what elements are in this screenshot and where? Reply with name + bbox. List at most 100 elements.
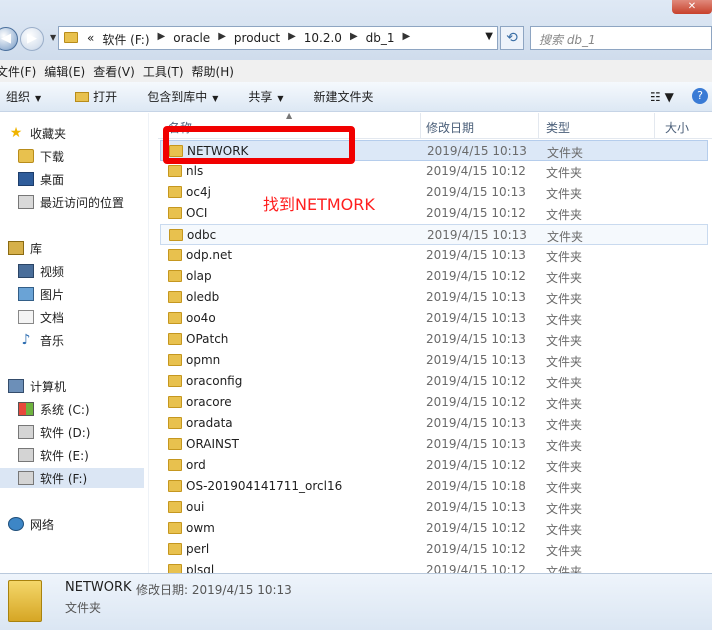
nav-downloads[interactable]: 下载	[18, 146, 64, 166]
folder-icon	[169, 229, 183, 241]
nav-favorites[interactable]: ★ 收藏夹	[8, 123, 66, 143]
search-input[interactable]: 搜索 db_1	[530, 26, 712, 50]
file-row[interactable]: ORAINST 2019/4/15 10:13 文件夹	[160, 434, 708, 455]
nav-drive-e[interactable]: 软件 (E:)	[18, 445, 89, 465]
file-row[interactable]: owm 2019/4/15 10:12 文件夹	[160, 518, 708, 539]
computer-icon	[8, 379, 24, 393]
breadcrumb-separator-icon[interactable]: ▶	[154, 31, 170, 48]
nav-label: 库	[30, 241, 43, 256]
file-row[interactable]: odbc 2019/4/15 10:13 文件夹	[160, 224, 708, 245]
file-row[interactable]: oledb 2019/4/15 10:13 文件夹	[160, 287, 708, 308]
nav-libraries[interactable]: 库	[8, 238, 42, 258]
file-row[interactable]: opmn 2019/4/15 10:13 文件夹	[160, 350, 708, 371]
breadcrumb-db1[interactable]: db_1	[362, 31, 399, 48]
nav-recent[interactable]: 最近访问的位置	[18, 192, 124, 212]
file-type: 文件夹	[546, 208, 583, 222]
breadcrumb-separator-icon[interactable]: ▶	[214, 31, 230, 48]
nav-drive-f[interactable]: 软件 (F:)	[0, 468, 144, 488]
nav-drive-d[interactable]: 软件 (D:)	[18, 422, 90, 442]
file-row[interactable]: OPatch 2019/4/15 10:13 文件夹	[160, 329, 708, 350]
file-row[interactable]: odp.net 2019/4/15 10:13 文件夹	[160, 245, 708, 266]
file-row[interactable]: OS-201904141711_orcl16 2019/4/15 10:18 文件夹	[160, 476, 708, 497]
folder-icon	[168, 459, 182, 471]
share-button[interactable]: 共享 ▼	[244, 88, 287, 105]
address-dropdown-icon[interactable]: ▼	[485, 31, 493, 42]
column-size[interactable]: 大小	[665, 119, 689, 136]
menu-view[interactable]: 查看(V)	[93, 63, 143, 80]
breadcrumb-separator-icon[interactable]: ▶	[399, 31, 415, 48]
recent-pages-dropdown-icon[interactable]: ▼	[50, 33, 56, 42]
file-type: 文件夹	[546, 313, 583, 327]
view-options-icon[interactable]: ☷ ▼	[650, 90, 674, 104]
breadcrumb-product[interactable]: product	[230, 31, 284, 48]
menu-tools[interactable]: 工具(T)	[143, 63, 192, 80]
nav-pictures[interactable]: 图片	[18, 284, 64, 304]
back-button[interactable]: ◀	[0, 27, 18, 51]
breadcrumb-oracle[interactable]: oracle	[169, 31, 214, 48]
pane-splitter[interactable]	[148, 113, 158, 573]
file-row[interactable]: OCI 2019/4/15 10:12 文件夹	[160, 203, 708, 224]
nav-videos[interactable]: 视频	[18, 261, 64, 281]
organize-label: 组织	[6, 90, 31, 104]
menu-edit[interactable]: 编辑(E)	[44, 63, 93, 80]
nav-label: 桌面	[40, 172, 65, 187]
picture-icon	[18, 287, 34, 301]
drive-icon	[18, 448, 34, 462]
folder-icon	[168, 396, 182, 408]
help-icon[interactable]: ?	[692, 88, 708, 104]
file-name: oraconfig	[186, 374, 243, 388]
refresh-icon[interactable]: ⟲	[500, 26, 524, 50]
file-row[interactable]: oracore 2019/4/15 10:12 文件夹	[160, 392, 708, 413]
breadcrumb-version[interactable]: 10.2.0	[300, 31, 346, 48]
file-row[interactable]: oui 2019/4/15 10:13 文件夹	[160, 497, 708, 518]
organize-button[interactable]: 组织 ▼	[2, 88, 45, 105]
nav-documents[interactable]: 文档	[18, 307, 64, 327]
nav-network[interactable]: 网络	[8, 514, 54, 534]
file-name: OPatch	[186, 332, 229, 346]
close-button[interactable]: ✕	[672, 0, 712, 14]
column-divider[interactable]	[538, 113, 539, 139]
file-row[interactable]: perl 2019/4/15 10:12 文件夹	[160, 539, 708, 560]
file-row[interactable]: olap 2019/4/15 10:12 文件夹	[160, 266, 708, 287]
nav-computer[interactable]: 计算机	[8, 376, 66, 396]
file-name: OCI	[186, 206, 208, 220]
file-name: oradata	[186, 416, 233, 430]
nav-label: 软件 (F:)	[40, 471, 88, 486]
breadcrumb-overflow[interactable]: «	[83, 31, 98, 48]
file-row[interactable]: nls 2019/4/15 10:12 文件夹	[160, 161, 708, 182]
details-type: 文件夹	[65, 601, 102, 615]
include-library-button[interactable]: 包含到库中 ▼	[143, 88, 222, 105]
folder-icon	[168, 249, 182, 261]
nav-drive-c[interactable]: 系统 (C:)	[18, 399, 90, 419]
column-divider[interactable]	[420, 113, 421, 139]
menu-help[interactable]: 帮助(H)	[192, 63, 242, 80]
column-date[interactable]: 修改日期	[426, 119, 474, 136]
breadcrumb-separator-icon[interactable]: ▶	[346, 31, 362, 48]
file-row[interactable]: ord 2019/4/15 10:12 文件夹	[160, 455, 708, 476]
nav-label: 音乐	[40, 333, 65, 348]
file-row[interactable]: oo4o 2019/4/15 10:13 文件夹	[160, 308, 708, 329]
new-folder-button[interactable]: 新建文件夹	[310, 88, 378, 105]
nav-desktop[interactable]: 桌面	[18, 169, 64, 189]
file-row[interactable]: oradata 2019/4/15 10:13 文件夹	[160, 413, 708, 434]
file-date: 2019/4/15 10:13	[426, 248, 526, 262]
file-name: OS-201904141711_orcl16	[186, 479, 343, 493]
breadcrumb-drive[interactable]: 软件 (F:)	[98, 31, 153, 48]
file-name: ord	[186, 458, 206, 472]
file-type: 文件夹	[546, 334, 583, 348]
forward-button[interactable]: ▶	[20, 27, 44, 51]
file-row[interactable]: oraconfig 2019/4/15 10:12 文件夹	[160, 371, 708, 392]
file-name: olap	[186, 269, 212, 283]
file-row[interactable]: oc4j 2019/4/15 10:13 文件夹	[160, 182, 708, 203]
address-bar[interactable]: « 软件 (F:) ▶ oracle ▶ product ▶ 10.2.0 ▶ …	[58, 26, 498, 50]
menu-file[interactable]: 文件(F)	[0, 63, 44, 80]
folder-icon	[168, 438, 182, 450]
open-button[interactable]: 打开	[71, 88, 121, 105]
file-date: 2019/4/15 10:13	[427, 228, 527, 242]
file-row[interactable]: plsql 2019/4/15 10:12 文件夹	[160, 560, 708, 573]
nav-music[interactable]: ♪ 音乐	[18, 330, 64, 350]
include-library-label: 包含到库中	[147, 90, 208, 104]
column-divider[interactable]	[654, 113, 655, 139]
breadcrumb-separator-icon[interactable]: ▶	[284, 31, 300, 48]
column-type[interactable]: 类型	[546, 119, 570, 136]
